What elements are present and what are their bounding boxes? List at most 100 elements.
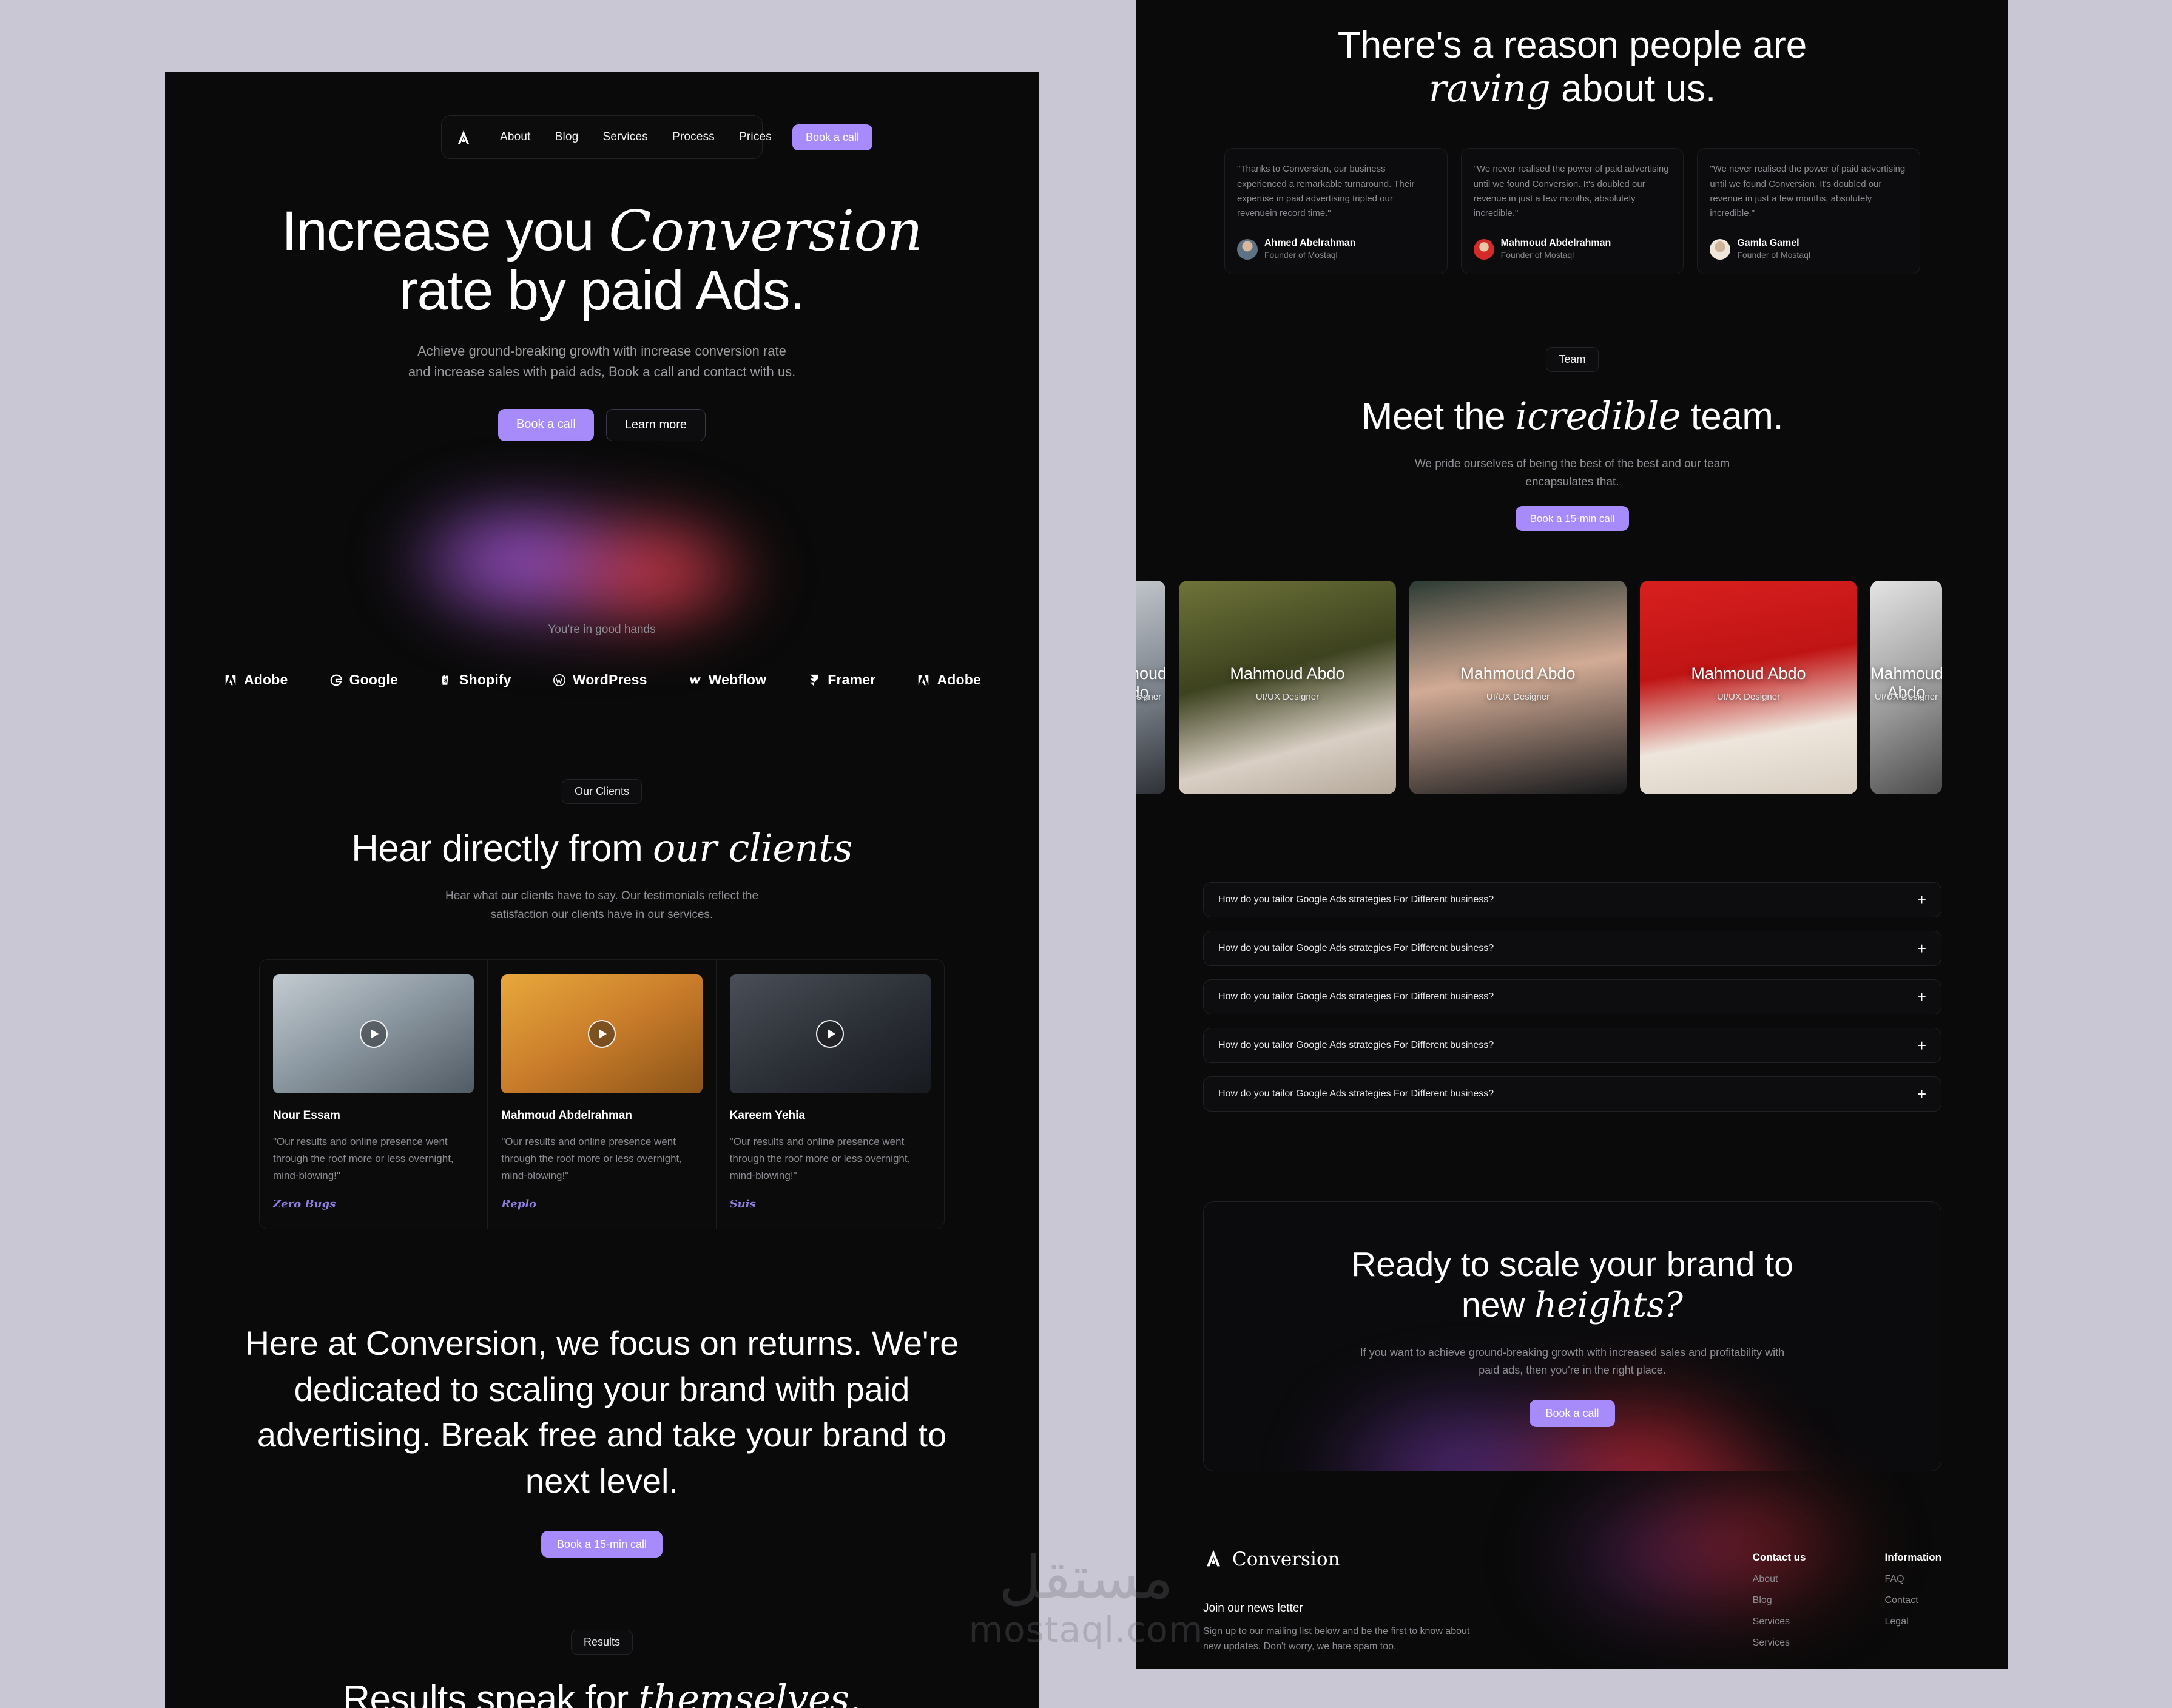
- statement-book-call-button[interactable]: Book a 15-min call: [541, 1530, 663, 1558]
- footer-logo[interactable]: Conversion: [1203, 1548, 1488, 1571]
- review-person: Mahmoud Abdelrahman Founder of Mostaql: [1473, 237, 1671, 262]
- nav-link-process[interactable]: Process: [660, 130, 727, 144]
- review-role: Founder of Mostaql: [1264, 250, 1338, 260]
- play-icon[interactable]: [816, 1020, 845, 1048]
- hero-book-a-call-button[interactable]: Book a call: [497, 409, 594, 442]
- plus-icon[interactable]: +: [1917, 940, 1926, 956]
- logo-label: Framer: [828, 672, 876, 688]
- plus-icon[interactable]: +: [1917, 989, 1926, 1005]
- logo-wordpress: WordPress: [551, 672, 647, 688]
- testimonial-brand: Zero Bugs: [273, 1198, 336, 1211]
- footer-link[interactable]: Blog: [1753, 1595, 1806, 1606]
- review-role: Founder of Mostaql: [1500, 250, 1574, 260]
- logo-label: Shopify: [459, 672, 511, 688]
- faq-item[interactable]: How do you tailor Google Ads strategies …: [1203, 930, 1941, 966]
- footer-column-contact: Contact us About Blog Services Services: [1753, 1551, 1806, 1669]
- testimonial-quote: "Our results and online presence went th…: [729, 1136, 911, 1182]
- review-card: "Thanks to Conversion, our business expe…: [1224, 148, 1448, 274]
- testimonial-card: Kareem Yehia "Our results and online pre…: [717, 960, 944, 1229]
- hero-buttons: Book a call Learn more: [165, 409, 1039, 442]
- mission-statement: Here at Conversion, we focus on returns.…: [245, 1324, 959, 1500]
- plus-icon[interactable]: +: [1917, 1038, 1926, 1053]
- hero-section: Increase you Conversion rate by paid Ads…: [165, 201, 1039, 666]
- testimonial-video-thumbnail[interactable]: [273, 974, 474, 1093]
- hero-title-line1-plain: Increase you: [281, 200, 609, 262]
- hero-learn-more-button[interactable]: Learn more: [605, 409, 706, 442]
- reviews-row: "Thanks to Conversion, our business expe…: [1136, 148, 2008, 274]
- footer-column-information: Information FAQ Contact Legal: [1885, 1551, 1942, 1669]
- footer-link[interactable]: Contact: [1885, 1595, 1942, 1606]
- testimonial-video-thumbnail[interactable]: [729, 974, 931, 1093]
- logo-label: Webflow: [708, 672, 767, 688]
- logo-shopify: S Shopify: [438, 672, 511, 688]
- footer-link[interactable]: Services: [1753, 1638, 1806, 1649]
- footer-column-heading: Contact us: [1752, 1551, 1806, 1563]
- footer-link[interactable]: Legal: [1885, 1616, 1942, 1627]
- review-quote: "Thanks to Conversion, our business expe…: [1237, 164, 1415, 219]
- results-title-italic: themselves.: [638, 1676, 861, 1708]
- logo-adobe-1: Adobe: [223, 672, 288, 688]
- team-members-carousel[interactable]: Mahmoud Abdo UI/UX Designer Mahmoud Abdo…: [1136, 580, 2008, 794]
- cta-card: Ready to scale your brand to new heights…: [1203, 1201, 1941, 1471]
- team-title: Meet the icredible team.: [1136, 394, 2008, 438]
- results-section-head: Results Results speak for themselves. We…: [165, 1629, 1039, 1708]
- newsletter-text: Sign up to our mailing list below and be…: [1203, 1625, 1470, 1652]
- nav-link-prices[interactable]: Prices: [727, 130, 784, 144]
- cta-title-italic: heights?: [1534, 1284, 1683, 1325]
- team-member-name: Mahmoud Abdo: [1230, 664, 1345, 683]
- logo-label: Adobe: [937, 672, 981, 688]
- results-pill-badge: Results: [570, 1629, 633, 1655]
- results-title-plain: Results speak for: [343, 1678, 639, 1708]
- rave-title-line1: There's a reason people are: [1337, 24, 1807, 66]
- faq-item[interactable]: How do you tailor Google Ads strategies …: [1203, 882, 1941, 917]
- hero-subtitle: Achieve ground-breaking growth with incr…: [408, 343, 796, 380]
- nav-link-blog[interactable]: Blog: [543, 130, 591, 144]
- faq-item[interactable]: How do you tailor Google Ads strategies …: [1203, 1027, 1941, 1063]
- testimonial-name: Kareem Yehia: [729, 1109, 805, 1122]
- footer-logo-text: Conversion: [1232, 1548, 1340, 1571]
- team-book-call-button[interactable]: Book a 15-min call: [1515, 505, 1630, 531]
- footer-link[interactable]: Services: [1753, 1616, 1806, 1627]
- results-title: Results speak for themselves.: [165, 1676, 1039, 1708]
- brand-logos-row: Adobe Google S Shopify WordPress Webflow…: [165, 672, 1039, 688]
- testimonial-quote: "Our results and online presence went th…: [273, 1136, 454, 1182]
- footer-link-columns: Contact us About Blog Services Services …: [1753, 1548, 1941, 1669]
- plus-icon[interactable]: +: [1917, 892, 1926, 908]
- nav-link-about[interactable]: About: [488, 130, 543, 144]
- footer-link[interactable]: About: [1753, 1574, 1806, 1585]
- conversion-logo-icon[interactable]: [455, 128, 472, 146]
- logo-google: Google: [328, 672, 398, 688]
- team-member-role: UI/UX Designer: [1255, 691, 1320, 702]
- team-member-card[interactable]: Mahmoud Abdo UI/UX Designer: [1409, 580, 1627, 794]
- framer-icon: [806, 672, 822, 688]
- footer-column-heading: Information: [1884, 1551, 1942, 1563]
- hero-title: Increase you Conversion rate by paid Ads…: [165, 201, 1039, 320]
- faq-item[interactable]: How do you tailor Google Ads strategies …: [1203, 1076, 1941, 1112]
- testimonial-name: Nour Essam: [273, 1109, 340, 1122]
- hero-title-line2: rate by paid Ads.: [399, 259, 805, 322]
- faq-item[interactable]: How do you tailor Google Ads strategies …: [1203, 979, 1941, 1014]
- rave-title-tail: about us.: [1550, 67, 1716, 110]
- testimonial-video-thumbnail[interactable]: [501, 974, 703, 1093]
- team-member-card[interactable]: Mahmoud Abdo UI/UX Designer: [1179, 580, 1396, 794]
- play-icon[interactable]: [587, 1020, 616, 1048]
- logo-label: Google: [349, 672, 399, 688]
- conversion-logo-icon: [1203, 1548, 1224, 1571]
- team-member-card[interactable]: Mahmoud Abdo UI/UX Designer: [1136, 580, 1165, 794]
- team-member-role: UI/UX Designer: [1874, 691, 1938, 702]
- footer-link[interactable]: FAQ: [1885, 1574, 1942, 1585]
- team-member-card[interactable]: Mahmoud Abdo UI/UX Designer: [1640, 580, 1857, 794]
- play-icon[interactable]: [359, 1020, 388, 1048]
- team-member-card[interactable]: Mahmoud Abdo UI/UX Designer: [1870, 580, 1942, 794]
- cta-title-line1: Ready to scale your brand to: [1351, 1244, 1793, 1284]
- nav-link-services[interactable]: Services: [590, 130, 659, 144]
- nav-book-a-call-button[interactable]: Book a call: [792, 124, 873, 150]
- screenshot-stage: About Blog Services Process Prices Book …: [0, 0, 2172, 1708]
- trust-label: You're in good hands: [548, 623, 656, 636]
- cta-book-a-call-button[interactable]: Book a call: [1530, 1399, 1615, 1427]
- faq-list: How do you tailor Google Ads strategies …: [1136, 882, 2008, 1112]
- logo-adobe-2: Adobe: [916, 672, 981, 688]
- review-quote: "We never realised the power of paid adv…: [1473, 164, 1669, 219]
- adobe-icon: [916, 672, 931, 688]
- plus-icon[interactable]: +: [1917, 1086, 1926, 1102]
